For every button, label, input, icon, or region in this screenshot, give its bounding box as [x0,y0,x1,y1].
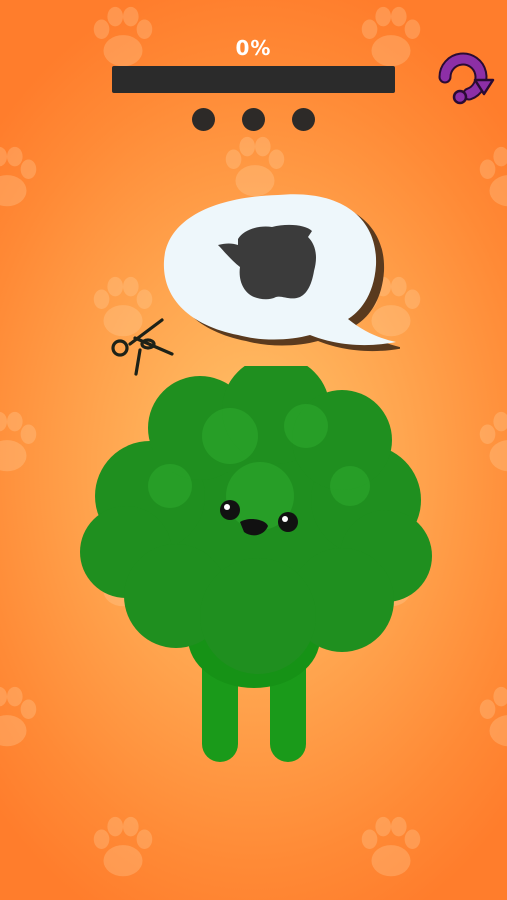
progress-bar [112,66,395,93]
paw-icon [84,810,162,888]
star-slot [292,108,315,131]
paw-icon [0,405,46,483]
game-screen[interactable]: 0% [0,0,507,900]
speech-bubble-icon [163,194,404,352]
target-shape-bubble [160,187,404,357]
restart-button[interactable] [429,47,497,107]
dog-character[interactable] [80,356,440,776]
paw-icon [470,140,507,218]
paw-icon [0,140,46,218]
dog-icon [80,356,432,762]
star-slot [242,108,265,131]
restart-icon [438,52,495,105]
paw-icon [0,680,46,758]
star-slot [192,108,215,131]
paw-icon [470,405,507,483]
paw-icon [470,680,507,758]
paw-icon [352,810,430,888]
